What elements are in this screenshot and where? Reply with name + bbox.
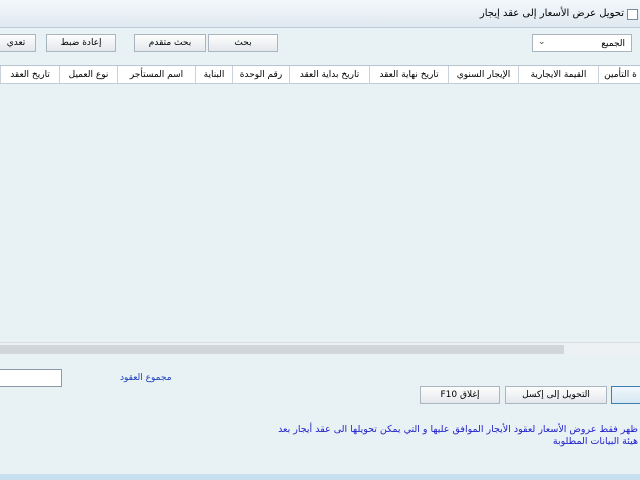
horizontal-scrollbar[interactable] (0, 342, 640, 355)
reset-button[interactable]: إعادة ضبط (46, 34, 116, 52)
filter-select-value: الجميع (601, 39, 625, 49)
grid-header: ة التأمين القيمة الايجارية الإيجار السنو… (0, 66, 640, 84)
column-header-annual-rent[interactable]: الإيجار السنوي (448, 66, 518, 83)
chevron-down-icon[interactable]: ⌄ (538, 37, 546, 47)
export-excel-button[interactable]: التحويل إلى إكسل (505, 386, 607, 404)
column-header-rental-value[interactable]: القيمة الايجارية (518, 66, 598, 83)
convert-button[interactable] (611, 386, 640, 404)
window-menu-icon[interactable] (627, 9, 638, 20)
contracts-grid[interactable]: ة التأمين القيمة الايجارية الإيجار السنو… (0, 65, 640, 355)
column-header-tenant-name[interactable]: اسم المستأجر (117, 66, 195, 83)
info-note-line1: ظهر فقط عروض الأسعار لعقود الأيجار الموا… (278, 424, 638, 435)
window-title: تحويل عرض الأسعار إلى عقد إيجار (479, 8, 624, 19)
total-contracts-label: مجموع العقود (120, 373, 172, 383)
column-header-contract-end[interactable]: تاريخ نهاية العقد (369, 66, 448, 83)
column-header-insurance[interactable]: ة التأمين (598, 66, 640, 83)
close-button[interactable]: إغلاق F10 (420, 386, 500, 404)
total-contracts-field[interactable] (0, 369, 62, 387)
scrollbar-thumb[interactable] (0, 345, 564, 354)
search-button[interactable]: بحث (208, 34, 278, 52)
column-header-customer-type[interactable]: نوع العميل (59, 66, 117, 83)
filter-select[interactable]: الجميع ⌄ (532, 34, 632, 52)
column-header-contract-start[interactable]: تاريخ بداية العقد (289, 66, 369, 83)
info-note-line2: هيئة البيانات المطلوبة (552, 436, 638, 447)
edit-button[interactable]: تعدي (0, 34, 36, 52)
info-note: ظهر فقط عروض الأسعار لعقود الأيجار الموا… (250, 424, 638, 448)
bottom-bar (0, 474, 640, 480)
title-bar: تحويل عرض الأسعار إلى عقد إيجار (0, 0, 640, 28)
column-header-contract-date[interactable]: تاريخ العقد (0, 66, 59, 83)
column-header-unit-number[interactable]: رقم الوحدة (232, 66, 289, 83)
advanced-search-button[interactable]: بحث متقدم (134, 34, 206, 52)
column-header-building[interactable]: البناية (195, 66, 232, 83)
